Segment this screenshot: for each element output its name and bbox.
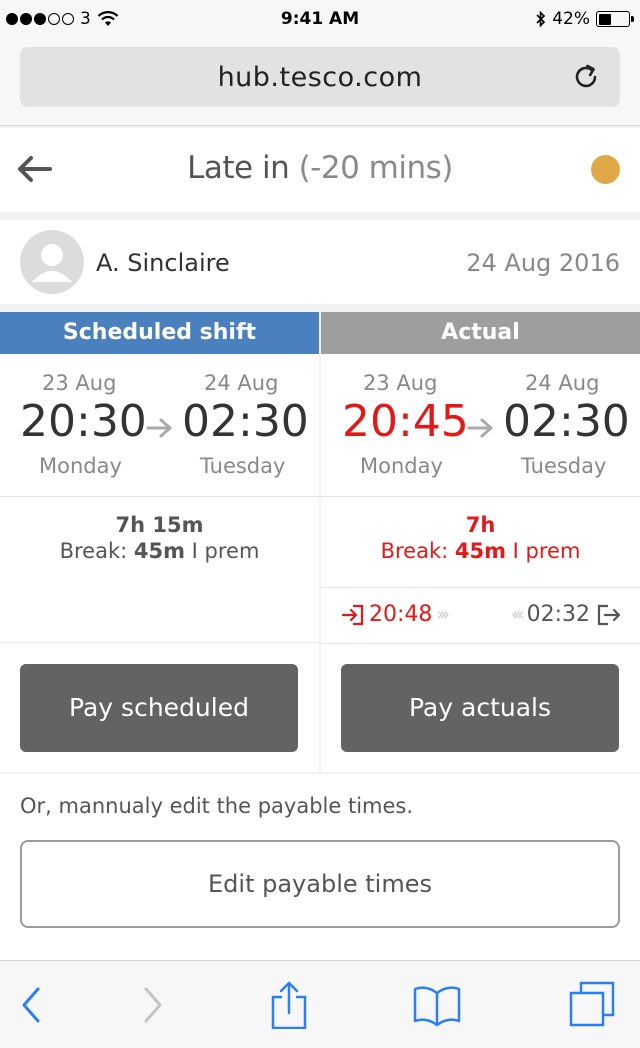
sign-in-icon bbox=[341, 604, 364, 625]
scheduled-break: Break: 45m I prem bbox=[59, 539, 260, 563]
clock-out: ‹‹‹ 02:32 bbox=[511, 602, 622, 627]
employee-row: A. Sinclaire 24 Aug 2016 bbox=[0, 220, 640, 304]
browser-toolbar bbox=[0, 960, 640, 1048]
pay-scheduled-button[interactable]: Pay scheduled bbox=[20, 664, 298, 752]
share-icon[interactable] bbox=[264, 981, 314, 1029]
pay-actuals-button[interactable]: Pay actuals bbox=[341, 664, 619, 752]
clock-records: 20:48 ››› ‹‹‹ 02:32 bbox=[321, 588, 640, 643]
scheduled-duration: 7h 15m bbox=[115, 513, 204, 537]
actual-shift-panel: Actual 23 Aug 20:45 Monday 24 Aug 02:30 … bbox=[321, 312, 640, 772]
actual-heading: Actual bbox=[321, 312, 640, 354]
scheduled-end-time: 02:30 bbox=[182, 396, 309, 447]
address-bar[interactable]: hub.tesco.com bbox=[20, 47, 620, 107]
edit-payable-times-button[interactable]: Edit payable times bbox=[20, 840, 620, 928]
manual-hint: Or, mannualy edit the payable times. bbox=[20, 794, 414, 818]
actual-summary: 7h Break: 45m I prem bbox=[321, 497, 640, 587]
bookmarks-icon[interactable] bbox=[412, 981, 462, 1029]
scheduled-start-day: Monday bbox=[39, 454, 122, 478]
browser-address-area: hub.tesco.com bbox=[0, 40, 640, 126]
page-header: Late in (-20 mins) bbox=[0, 128, 640, 212]
clock-out-time: 02:32 bbox=[526, 602, 590, 627]
battery-icon bbox=[596, 11, 634, 27]
user-icon bbox=[32, 244, 72, 282]
avatar bbox=[20, 230, 84, 294]
actual-start-date: 23 Aug bbox=[363, 371, 438, 395]
actual-break: Break: 45m I prem bbox=[380, 539, 581, 563]
actual-end-day: Tuesday bbox=[521, 454, 607, 478]
scheduled-summary: 7h 15m Break: 45m I prem bbox=[0, 497, 319, 587]
clock-in: 20:48 ››› bbox=[341, 602, 450, 627]
arrow-right-icon bbox=[146, 418, 172, 438]
employee-name: A. Sinclaire bbox=[96, 249, 230, 277]
url-text: hub.tesco.com bbox=[217, 62, 423, 93]
browser-forward-icon[interactable] bbox=[128, 981, 178, 1029]
status-indicator bbox=[591, 155, 620, 184]
bluetooth-icon bbox=[536, 11, 546, 27]
arrow-right-icon bbox=[467, 418, 493, 438]
clock-in-time: 20:48 bbox=[369, 602, 433, 627]
status-bar: 3 9:41 AM 42% bbox=[0, 0, 640, 40]
chevrons-right-icon: ››› bbox=[436, 604, 449, 625]
scheduled-start-time: 20:30 bbox=[20, 396, 147, 447]
title-text: Late in bbox=[187, 150, 290, 186]
actual-start-day: Monday bbox=[360, 454, 443, 478]
reload-icon[interactable] bbox=[570, 61, 602, 93]
scheduled-heading: Scheduled shift bbox=[0, 312, 319, 354]
browser-back-icon[interactable] bbox=[8, 981, 58, 1029]
title-subtitle: (-20 mins) bbox=[298, 150, 454, 186]
scheduled-end-day: Tuesday bbox=[200, 454, 286, 478]
scheduled-start-date: 23 Aug bbox=[42, 371, 117, 395]
battery-percent: 42% bbox=[552, 9, 590, 29]
actual-times: 23 Aug 20:45 Monday 24 Aug 02:30 Tuesday bbox=[321, 354, 640, 496]
scheduled-shift-panel: Scheduled shift 23 Aug 20:30 Monday 24 A… bbox=[0, 312, 319, 772]
actual-duration: 7h bbox=[465, 513, 496, 537]
sign-out-icon bbox=[597, 604, 621, 625]
actual-start-time: 20:45 bbox=[342, 396, 469, 447]
scheduled-times: 23 Aug 20:30 Monday 24 Aug 02:30 Tuesday bbox=[0, 354, 319, 496]
tabs-icon[interactable] bbox=[568, 981, 618, 1029]
chevrons-left-icon: ‹‹‹ bbox=[510, 604, 524, 625]
actual-end-time: 02:30 bbox=[503, 396, 630, 447]
actual-end-date: 24 Aug bbox=[525, 371, 600, 395]
shift-date: 24 Aug 2016 bbox=[466, 249, 620, 277]
scheduled-end-date: 24 Aug bbox=[204, 371, 279, 395]
manual-edit-section: Or, mannualy edit the payable times. Edi… bbox=[0, 774, 640, 960]
page-title: Late in (-20 mins) bbox=[0, 150, 640, 186]
